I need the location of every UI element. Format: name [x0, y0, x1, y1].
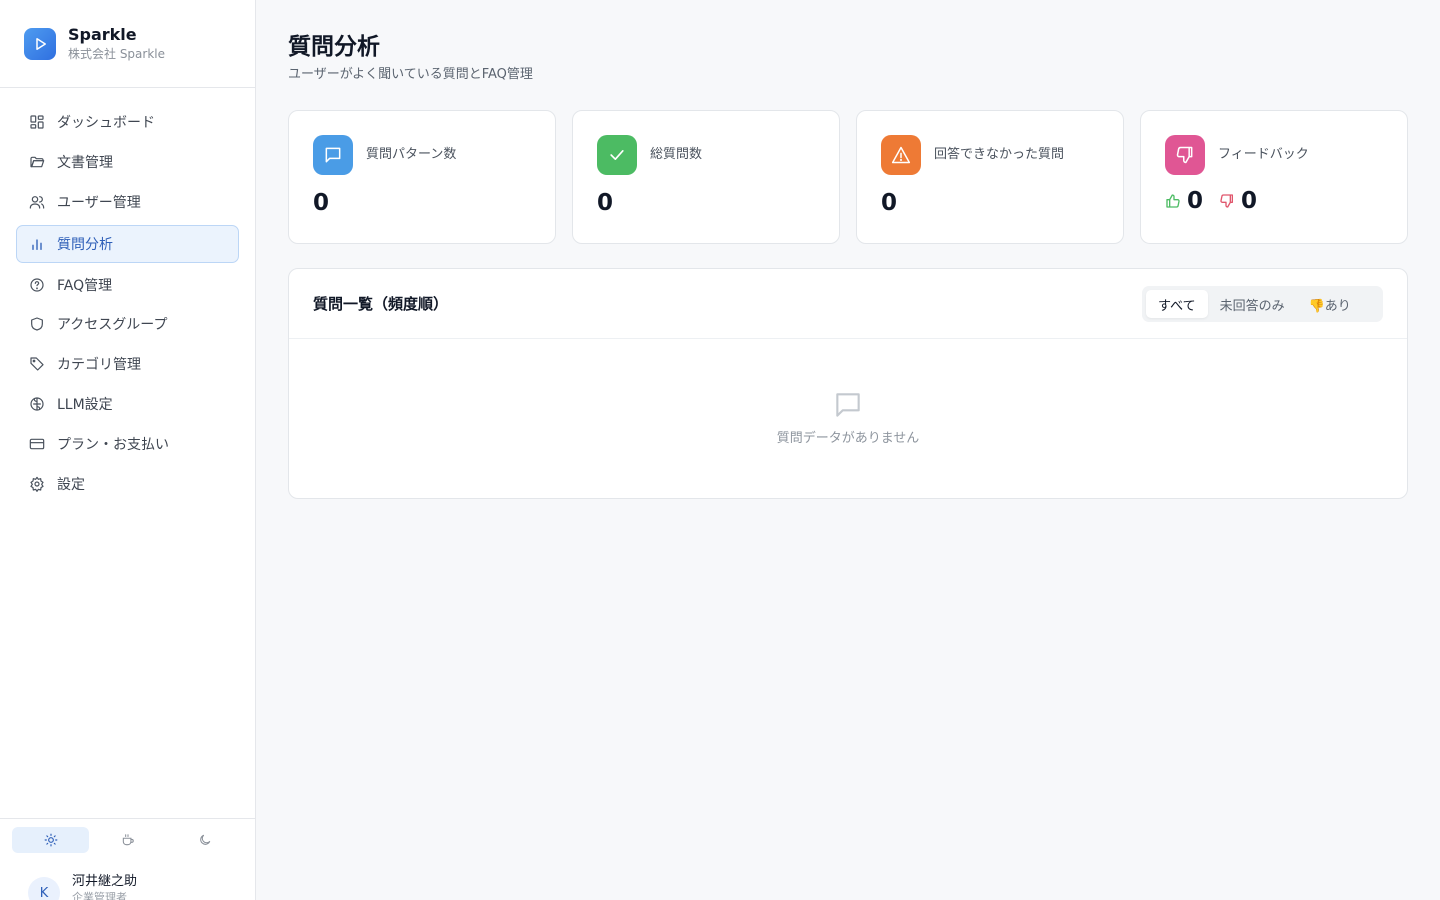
sidebar-item-question-analysis[interactable]: 質問分析: [16, 225, 239, 263]
avatar: K: [28, 877, 60, 900]
stat-value: 0: [881, 190, 898, 216]
main-content: 質問分析 ユーザーがよく聞いている質問とFAQ管理 質問パターン数 0 総質問数…: [256, 0, 1440, 900]
help-circle-icon: [29, 277, 45, 293]
credit-card-icon: [29, 436, 45, 452]
user-name: 河井継之助: [72, 874, 138, 889]
stat-label: フィードバック: [1218, 147, 1309, 162]
sidebar-item-users[interactable]: ユーザー管理: [16, 183, 239, 221]
page-subtitle: ユーザーがよく聞いている質問とFAQ管理: [288, 67, 533, 82]
folder-icon: [29, 154, 45, 170]
empty-state: 質問データがありません: [289, 389, 1407, 446]
sidebar-item-dashboard[interactable]: ダッシュボード: [16, 103, 239, 141]
question-list-title: 質問一覧（頻度順）: [313, 295, 449, 313]
sidebar-item-label: 質問分析: [57, 237, 113, 253]
sidebar-footer: K 河井継之助 企業管理者: [0, 818, 256, 900]
stat-card-feedback: フィードバック 0 0: [1140, 110, 1408, 244]
dashboard-icon: [29, 114, 45, 130]
sidebar-item-categories[interactable]: カテゴリ管理: [16, 345, 239, 383]
theme-sepia-button[interactable]: [89, 827, 166, 853]
stat-card-unanswered: 回答できなかった質問 0: [856, 110, 1124, 244]
bar-chart-icon: [29, 236, 45, 252]
question-list-panel: 質問一覧（頻度順） すべて 未回答のみ 👎あり 質問データがありません: [288, 268, 1408, 499]
theme-dark-button[interactable]: [167, 827, 244, 853]
question-list-header: 質問一覧（頻度順） すべて 未回答のみ 👎あり: [289, 269, 1407, 339]
coffee-icon: [122, 834, 134, 846]
sun-icon: [44, 833, 58, 847]
theme-light-button[interactable]: [12, 827, 90, 853]
stat-card-patterns: 質問パターン数 0: [288, 110, 556, 244]
brand-name: Sparkle: [68, 25, 137, 44]
likes-count: 0: [1187, 188, 1204, 214]
sidebar-item-access-group[interactable]: アクセスグループ: [16, 305, 239, 343]
filter-thumbs-down-button[interactable]: 👎あり: [1297, 290, 1363, 318]
sidebar-item-label: プラン・お支払い: [57, 437, 169, 453]
sidebar-item-billing[interactable]: プラン・お支払い: [16, 425, 239, 463]
message-square-icon: [313, 135, 353, 175]
feedback-counts: 0 0: [1165, 187, 1257, 215]
stat-value: 0: [313, 190, 330, 216]
sidebar-item-llm[interactable]: LLM設定: [16, 385, 239, 423]
sidebar-item-label: LLM設定: [57, 397, 113, 413]
sidebar-item-label: アクセスグループ: [57, 317, 168, 333]
empty-state-text: 質問データがありません: [776, 431, 920, 446]
sidebar-item-label: ダッシュボード: [57, 115, 155, 131]
brand-logo-icon: [24, 27, 56, 60]
thumbs-down-icon: [1220, 194, 1234, 208]
sidebar: Sparkle 株式会社 Sparkle ダッシュボード 文書管理 ユーザー管理: [0, 0, 256, 900]
brand-company: 株式会社 Sparkle: [68, 47, 166, 61]
stat-label: 総質問数: [650, 147, 703, 162]
alert-triangle-icon: [881, 135, 921, 175]
user-profile[interactable]: K 河井継之助 企業管理者: [28, 869, 137, 900]
thumbs-up-icon: [1166, 194, 1180, 208]
filter-all-button[interactable]: すべて: [1146, 290, 1208, 318]
sidebar-item-label: 文書管理: [57, 155, 113, 171]
thumbs-down-icon: [1165, 135, 1205, 175]
shield-icon: [29, 316, 45, 332]
question-filter-group: すべて 未回答のみ 👎あり: [1142, 286, 1383, 322]
sidebar-item-settings[interactable]: 設定: [16, 465, 239, 503]
brain-icon: [29, 396, 45, 412]
brand-header: Sparkle 株式会社 Sparkle: [0, 0, 255, 88]
stat-label: 回答できなかった質問: [934, 147, 1065, 162]
sidebar-item-label: FAQ管理: [57, 278, 113, 294]
sidebar-item-faq[interactable]: FAQ管理: [16, 266, 239, 304]
gear-icon: [29, 476, 45, 492]
sidebar-item-label: カテゴリ管理: [57, 357, 141, 373]
user-role: 企業管理者: [72, 891, 127, 900]
message-square-icon: [832, 389, 864, 421]
sidebar-item-documents[interactable]: 文書管理: [16, 143, 239, 181]
users-icon: [29, 194, 45, 210]
stat-card-total-questions: 総質問数 0: [572, 110, 840, 244]
tag-icon: [29, 356, 45, 372]
dislikes-count: 0: [1241, 188, 1258, 214]
theme-switcher: [12, 827, 244, 853]
sidebar-item-label: 設定: [57, 477, 85, 493]
stat-label: 質問パターン数: [366, 147, 457, 162]
stat-value: 0: [597, 190, 614, 216]
moon-icon: [200, 834, 211, 845]
sidebar-item-label: ユーザー管理: [57, 195, 141, 211]
check-icon: [597, 135, 637, 175]
filter-unanswered-button[interactable]: 未回答のみ: [1208, 290, 1297, 318]
page-title: 質問分析: [288, 34, 380, 60]
